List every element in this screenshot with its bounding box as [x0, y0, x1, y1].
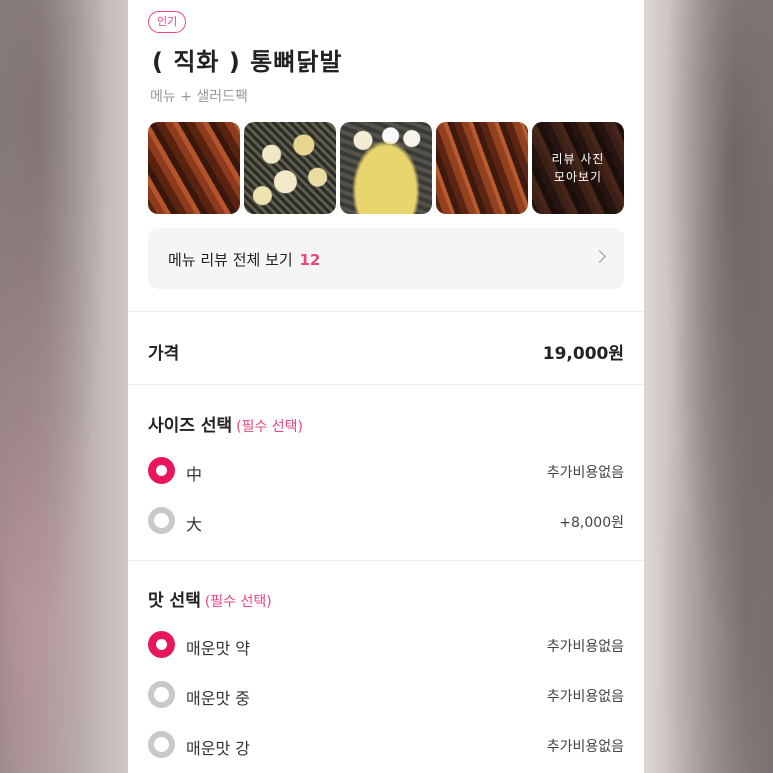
menu-detail-screen: 인기 ( 직화 ) 통뼈닭발 메뉴 + 샐러드팩 리뷰 사진 모아보기 메뉴 리… — [128, 0, 644, 773]
radio-selected-icon[interactable] — [148, 457, 175, 484]
taste-section-label: 맛 선택 — [148, 591, 201, 611]
option-name: 매운맛 약 — [186, 639, 250, 658]
option-extra-cost: 추가비용없음 — [546, 689, 624, 705]
option-extra-cost: 추가비용없음 — [546, 465, 624, 481]
menu-subtitle: 메뉴 + 샐러드팩 — [150, 89, 248, 105]
review-photo[interactable] — [148, 122, 240, 214]
review-photo[interactable] — [340, 122, 432, 214]
taste-option-medium[interactable]: 매운맛 중 추가비용없음 — [148, 680, 624, 710]
blurred-background-right — [644, 0, 773, 773]
menu-title: ( 직화 ) 통뼈닭발 — [152, 48, 343, 76]
price-value: 19,000원 — [542, 344, 624, 364]
size-section-label: 사이즈 선택 — [148, 416, 233, 436]
option-extra-cost: 추가비용없음 — [546, 639, 624, 655]
radio-selected-icon[interactable] — [148, 631, 175, 658]
required-tag: (필수 선택) — [204, 594, 272, 610]
review-photo[interactable] — [436, 122, 528, 214]
blurred-background-left — [0, 0, 128, 773]
price-label: 가격 — [148, 344, 180, 364]
review-photo-strip: 리뷰 사진 모아보기 — [148, 122, 624, 214]
all-reviews-label: 메뉴 리뷰 전체 보기 12 — [168, 249, 320, 270]
size-option-medium[interactable]: 中 추가비용없음 — [148, 456, 624, 486]
size-section-title: 사이즈 선택 (필수 선택) — [148, 411, 303, 436]
radio-unselected-icon[interactable] — [148, 507, 175, 534]
option-name: 매운맛 강 — [186, 739, 250, 758]
section-divider — [128, 311, 644, 312]
option-name: 매운맛 중 — [186, 689, 250, 708]
option-name: 大 — [186, 515, 203, 534]
taste-section-title: 맛 선택 (필수 선택) — [148, 586, 272, 611]
popular-badge: 인기 — [148, 11, 187, 33]
review-count: 12 — [299, 251, 321, 269]
review-photo-more-button[interactable]: 리뷰 사진 모아보기 — [532, 122, 624, 214]
review-photo[interactable] — [244, 122, 336, 214]
photo-overlay: 리뷰 사진 모아보기 — [532, 122, 624, 214]
size-option-large[interactable]: 大 +8,000원 — [148, 506, 624, 536]
chevron-right-icon — [593, 250, 606, 263]
taste-option-hot[interactable]: 매운맛 강 추가비용없음 — [148, 730, 624, 760]
radio-unselected-icon[interactable] — [148, 731, 175, 758]
option-extra-cost: 추가비용없음 — [546, 739, 624, 755]
more-photos-label: 리뷰 사진 모아보기 — [551, 152, 605, 184]
radio-unselected-icon[interactable] — [148, 681, 175, 708]
section-divider — [128, 384, 644, 385]
required-tag: (필수 선택) — [236, 419, 304, 435]
section-divider — [128, 560, 644, 561]
taste-option-mild[interactable]: 매운맛 약 추가비용없음 — [148, 630, 624, 660]
option-name: 中 — [186, 465, 203, 484]
all-reviews-text: 메뉴 리뷰 전체 보기 — [168, 251, 293, 269]
option-extra-cost: +8,000원 — [559, 515, 624, 531]
all-reviews-button[interactable]: 메뉴 리뷰 전체 보기 12 — [148, 228, 624, 289]
